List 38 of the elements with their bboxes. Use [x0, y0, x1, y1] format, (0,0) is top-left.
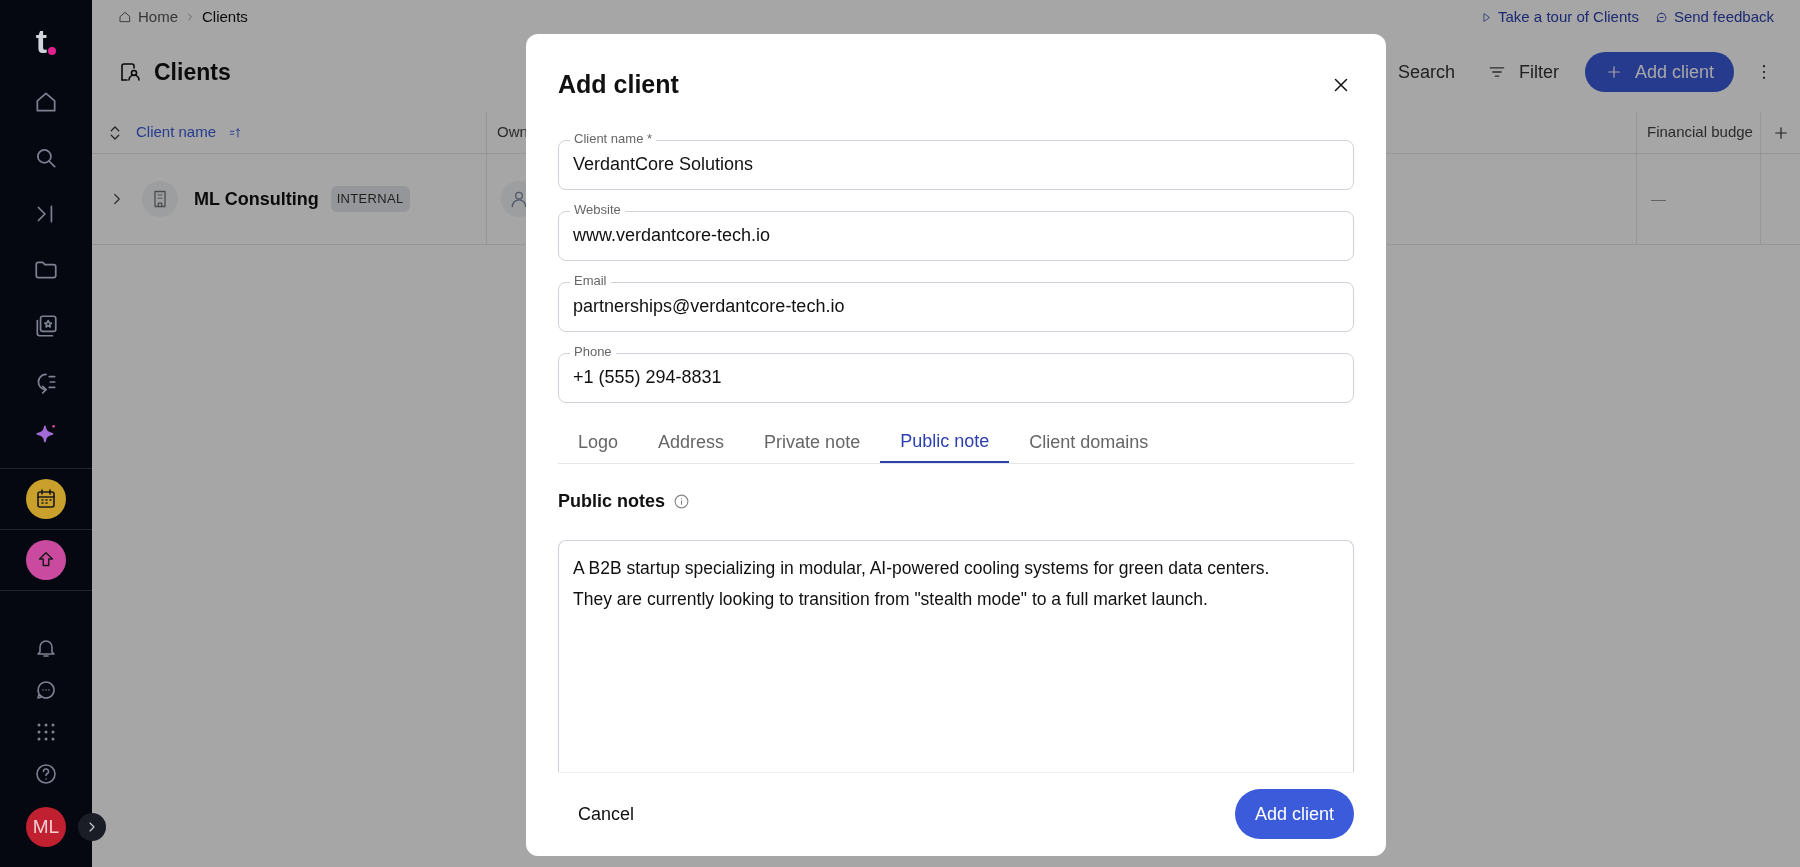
feedback-link[interactable]: Send feedback	[1673, 5, 1774, 29]
upload-icon[interactable]	[26, 540, 66, 580]
column-header[interactable]: Client name	[136, 121, 217, 144]
client-icon	[118, 60, 142, 84]
tab[interactable]: Public note	[880, 421, 1010, 463]
dialog-title: Add client	[558, 69, 679, 100]
play-icon[interactable]	[1481, 11, 1492, 23]
cancel-button[interactable]: Cancel	[558, 792, 655, 836]
add-client-button[interactable]: Add client	[1584, 52, 1734, 92]
tab[interactable]: Client domains	[1009, 421, 1169, 463]
section-label: Public notes	[558, 489, 665, 513]
help-icon[interactable]	[34, 762, 58, 786]
breadcrumb-link[interactable]: Clients	[202, 5, 248, 29]
column-header[interactable]: Financial budge	[1647, 121, 1753, 144]
building-icon	[142, 181, 178, 217]
sort-icon[interactable]	[228, 125, 243, 140]
logo[interactable]: t	[35, 24, 57, 58]
expand-icon[interactable]	[78, 813, 106, 841]
table-cell-text: —	[1651, 188, 1666, 209]
search-button[interactable]: Search	[1397, 58, 1455, 86]
tab[interactable]: Logo	[558, 421, 639, 463]
tab[interactable]: Address	[638, 421, 745, 463]
tab[interactable]: Private note	[744, 421, 881, 463]
internal-tag: INTERNAL	[330, 186, 410, 212]
tour-link[interactable]: Take a tour of Clients	[1498, 5, 1639, 29]
client-name: ML Consulting	[194, 187, 319, 211]
chat-icon[interactable]	[1654, 10, 1668, 24]
home-icon[interactable]	[118, 10, 132, 24]
chat-icon[interactable]	[34, 678, 58, 702]
filter-button[interactable]: Filter	[1486, 58, 1559, 86]
add-client-button[interactable]: Add client	[1234, 789, 1354, 839]
calendar-icon[interactable]	[26, 479, 66, 519]
page-title: Clients	[154, 57, 231, 87]
notes-field[interactable]: A B2B startup specializing in modular, AI-powered cooling systems for green data centers. They are currently looking to transition from "stealth mode" to a full market launch.	[558, 539, 1354, 772]
breadcrumb-link[interactable]: Home	[138, 5, 178, 29]
star-card-icon[interactable]	[33, 313, 59, 339]
user-avatar[interactable]: ML	[26, 807, 66, 847]
info-icon[interactable]	[673, 492, 690, 510]
